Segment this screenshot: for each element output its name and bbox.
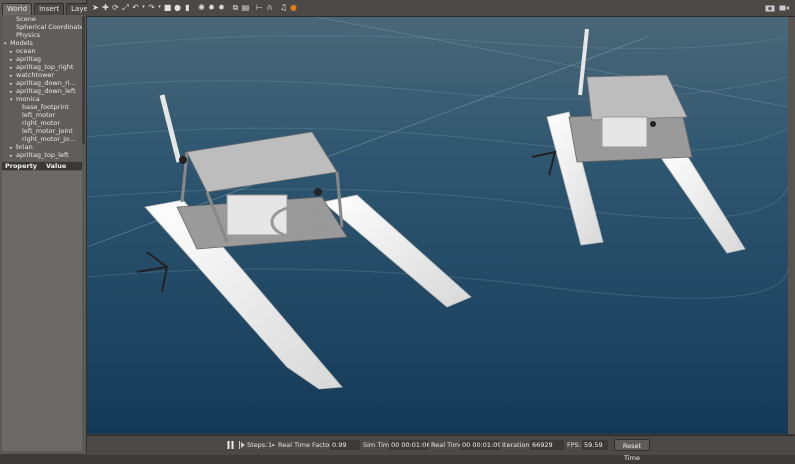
property-header: Property Value	[2, 162, 82, 170]
directional-light-icon[interactable]: ✸	[217, 3, 226, 12]
tree-item[interactable]: ▾ Models	[2, 39, 82, 47]
tree-item-label: apriltag	[16, 55, 42, 63]
tree-item[interactable]: ▸ brian	[2, 143, 82, 151]
iterations-value: 66929	[530, 440, 564, 450]
tree-item-label: brian	[16, 143, 33, 151]
tree-item-label: left_motor	[22, 111, 56, 119]
tree-item[interactable]: ▸ apriltag_top_right	[2, 63, 82, 71]
undo-icon[interactable]: ↶	[131, 3, 140, 12]
select-arrow-icon[interactable]: ➤	[91, 3, 100, 12]
sphere-icon[interactable]: ●	[173, 3, 182, 12]
tree-item-label: apriltag_down_ri...	[16, 79, 76, 87]
scene-render[interactable]	[87, 17, 788, 434]
tree-item-label: apriltag_down_left	[16, 87, 76, 95]
tree-item-label: apriltag_top_left	[16, 151, 69, 159]
property-table	[2, 171, 82, 451]
redo-menu-icon[interactable]: ▾	[157, 3, 162, 12]
tree-item-label: ocean	[16, 47, 36, 55]
tree-item[interactable]: ▸ watchtower	[2, 71, 82, 79]
reset-time-button[interactable]: Reset Time	[614, 439, 650, 462]
tree-item-label: Spherical Coordinates	[16, 23, 82, 31]
tree-item-label: apriltag_top_right	[16, 63, 74, 71]
tree-item-label: Physics	[16, 31, 41, 39]
left-panel: World Insert Layers SceneSpherical Coord…	[0, 0, 91, 454]
tree-item[interactable]: right_motor_jo...	[2, 135, 82, 143]
property-column-header: Property	[5, 162, 38, 170]
tab-insert[interactable]: Insert	[34, 3, 65, 15]
translate-icon[interactable]: ✚	[101, 3, 110, 12]
tree-item-label: watchtower	[16, 71, 55, 79]
snap-icon[interactable]: ∩	[265, 3, 274, 12]
real-time-value: 00 00:01:09.668	[460, 440, 500, 450]
undo-menu-icon[interactable]: ▾	[141, 3, 146, 12]
tree-item-label: monica	[16, 95, 40, 103]
video-icon[interactable]	[779, 4, 789, 12]
box-icon[interactable]: ■	[163, 3, 172, 12]
tree-item[interactable]: Physics	[2, 31, 82, 39]
tree-item[interactable]: ▸ apriltag_down_ri...	[2, 79, 82, 87]
tree-item-label: right_motor	[22, 119, 61, 127]
tree-item[interactable]: left_motor_joint	[2, 127, 82, 135]
rotate-icon[interactable]: ⟳	[111, 3, 120, 12]
sim-time-value: 00 00:01:06.939	[389, 440, 429, 450]
fps-value: 59.59	[582, 440, 608, 450]
world-tree: Scene Spherical Coordinates Physics ▾ Models…	[2, 15, 82, 161]
scale-icon[interactable]: ⤢	[121, 3, 130, 12]
tree-item[interactable]: ▸ ocean	[2, 47, 82, 55]
tree-item[interactable]: ▸ apriltag	[2, 55, 82, 63]
tree-item-label: right_motor_jo...	[22, 135, 76, 143]
tree-item[interactable]: Scene	[2, 15, 82, 23]
bottom-status-bar: Steps: 1 ▴ Real Time Factor: 0.99 Sim Ti…	[87, 435, 795, 462]
record-icon[interactable]: ●	[289, 3, 298, 12]
audio-icon[interactable]: ♫	[279, 3, 288, 12]
paste-icon[interactable]: ▤	[241, 3, 250, 12]
tree-item-label: Scene	[16, 15, 36, 23]
redo-icon[interactable]: ↷	[147, 3, 156, 12]
3d-viewport[interactable]	[87, 17, 788, 434]
tree-item-label: Models	[10, 39, 33, 47]
tree-item[interactable]: Spherical Coordinates	[2, 23, 82, 31]
tree-item[interactable]: ▸ apriltag_down_left	[2, 87, 82, 95]
panel-tabs: World Insert Layers	[2, 3, 91, 15]
rtf-value: 0.99	[330, 440, 360, 450]
tree-item-label: left_motor_joint	[22, 127, 73, 135]
rtf-label: Real Time Factor:	[278, 441, 335, 449]
value-column-header: Value	[46, 162, 67, 170]
step-icon[interactable]	[239, 441, 245, 449]
copy-icon[interactable]: ⧉	[231, 3, 240, 12]
cylinder-icon[interactable]: ▮	[183, 3, 192, 12]
tree-item[interactable]: left_motor	[2, 111, 82, 119]
tree-item[interactable]: base_footprint	[2, 103, 82, 111]
toolbar: ➤ ✚ ⟳ ⤢ ↶ ▾ ↷ ▾ ■ ● ▮ ✺ ✹ ✸ ⧉ ▤ ⊢ ∩ ♫ ●	[87, 0, 795, 17]
tree-scrollbar[interactable]	[82, 16, 85, 144]
point-light-icon[interactable]: ✺	[197, 3, 206, 12]
tree-item[interactable]: right_motor	[2, 119, 82, 127]
camera-icon[interactable]	[765, 4, 775, 12]
steps-label: Steps:	[247, 441, 268, 449]
align-icon[interactable]: ⊢	[255, 3, 264, 12]
pause-icon[interactable]	[227, 441, 234, 449]
tree-item-label: base_footprint	[22, 103, 69, 111]
fps-label: FPS:	[567, 441, 581, 449]
tab-world[interactable]: World	[2, 3, 33, 15]
steps-spin-icon[interactable]: ▴	[272, 441, 275, 450]
tree-item[interactable]: ▸ apriltag_top_left	[2, 151, 82, 159]
spot-light-icon[interactable]: ✹	[207, 3, 216, 12]
right-panel-handle[interactable]	[788, 17, 795, 434]
tree-item[interactable]: ▾ monica	[2, 95, 82, 103]
